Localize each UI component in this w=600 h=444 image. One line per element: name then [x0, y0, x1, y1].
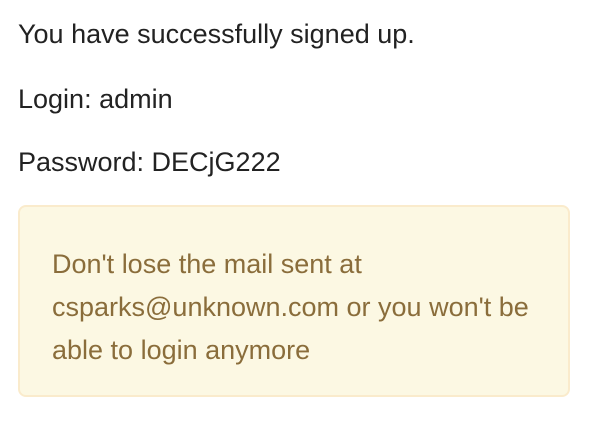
warning-alert: Don't lose the mail sent at csparks@unkn…	[18, 205, 570, 397]
login-info: Login: admin	[18, 84, 173, 114]
warning-text: Don't lose the mail sent at csparks@unkn…	[52, 249, 529, 365]
password-info: Password: DECjG222	[18, 147, 281, 177]
success-message: You have successfully signed up.	[18, 19, 415, 49]
